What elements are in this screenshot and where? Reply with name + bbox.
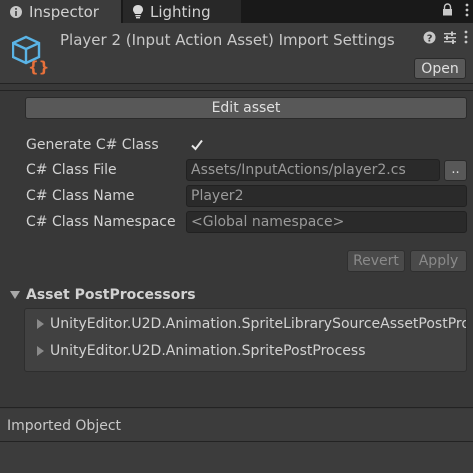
- divider: [0, 441, 473, 442]
- list-item[interactable]: UnityEditor.U2D.Animation.SpriteLibraryS…: [37, 316, 466, 332]
- browse-button[interactable]: ..: [444, 160, 467, 181]
- apply-button[interactable]: Apply: [410, 250, 467, 272]
- postprocessors-foldout[interactable]: Asset PostProcessors: [10, 287, 196, 303]
- tab-bar: Inspector Lighting: [0, 0, 473, 23]
- list-item[interactable]: UnityEditor.U2D.Animation.SpritePostProc…: [37, 343, 366, 359]
- class-namespace-field[interactable]: <Global namespace>: [186, 211, 467, 233]
- class-name-field[interactable]: Player2: [186, 185, 467, 207]
- list-item-label: UnityEditor.U2D.Animation.SpriteLibraryS…: [50, 316, 466, 332]
- tab-label: Inspector: [29, 2, 99, 21]
- class-name-label: C# Class Name: [26, 188, 135, 204]
- tab-lighting[interactable]: Lighting: [123, 0, 241, 23]
- lightbulb-icon: [132, 4, 144, 19]
- section-title: Asset PostProcessors: [26, 287, 196, 303]
- triangle-down-icon: [10, 291, 20, 299]
- list-item-label: UnityEditor.U2D.Animation.SpritePostProc…: [50, 343, 366, 359]
- tab-inspector[interactable]: Inspector: [0, 0, 121, 23]
- open-button[interactable]: Open: [414, 58, 466, 79]
- preset-settings-icon[interactable]: [443, 31, 457, 48]
- tab-label: Lighting: [150, 2, 211, 21]
- inspector-header: {} Player 2 (Input Action Asset) Import …: [0, 23, 473, 83]
- info-icon: [9, 5, 23, 19]
- class-file-label: C# Class File: [26, 162, 117, 178]
- divider: [0, 90, 473, 91]
- class-namespace-label: C# Class Namespace: [26, 214, 176, 230]
- triangle-right-icon: [37, 319, 44, 329]
- triangle-right-icon: [37, 346, 44, 356]
- svg-text:?: ?: [427, 33, 433, 44]
- inspector-window: Inspector Lighting {} Player 2 (Input Ac…: [0, 0, 473, 473]
- revert-button[interactable]: Revert: [347, 250, 405, 272]
- more-menu-icon[interactable]: [465, 3, 469, 21]
- help-icon[interactable]: ?: [423, 31, 436, 48]
- generate-class-label: Generate C# Class: [26, 137, 159, 153]
- page-title: Player 2 (Input Action Asset) Import Set…: [60, 31, 395, 49]
- class-file-field[interactable]: Assets/InputActions/player2.cs: [186, 159, 440, 181]
- divider: [0, 83, 473, 84]
- generate-class-checkbox[interactable]: [188, 136, 206, 154]
- edit-asset-button[interactable]: Edit asset: [25, 97, 467, 119]
- checkmark-icon: [191, 139, 203, 151]
- lock-icon[interactable]: [442, 3, 453, 20]
- svg-text:{}: {}: [28, 58, 49, 75]
- imported-object-label: Imported Object: [7, 418, 122, 434]
- postprocessor-list: UnityEditor.U2D.Animation.SpriteLibraryS…: [24, 308, 467, 372]
- input-action-asset-icon: {}: [11, 35, 52, 76]
- more-menu-icon[interactable]: [464, 30, 468, 48]
- divider: [0, 407, 473, 408]
